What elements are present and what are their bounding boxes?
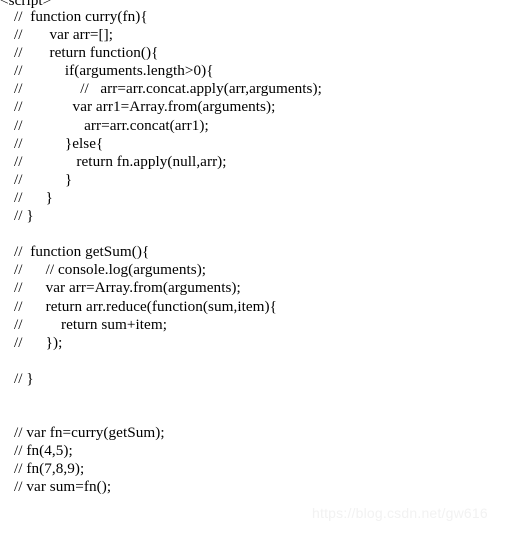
code-line: // // console.log(arguments); [14, 261, 207, 279]
code-line: // return arr.reduce(function(sum,item){ [14, 297, 277, 315]
code-line: // } [14, 170, 73, 188]
code-line: // var fn=curry(getSum); [14, 424, 165, 442]
code-line: // } [14, 188, 53, 206]
code-line: // var arr=[]; [14, 26, 113, 44]
code-listing: <script>// function curry(fn){// var arr… [0, 0, 511, 534]
code-line: // fn(4,5); [14, 442, 73, 460]
code-line: // return function(){ [14, 44, 159, 62]
code-line: // return fn.apply(null,arr); [14, 152, 227, 170]
watermark-text: https://blog.csdn.net/gw616 [312, 505, 488, 521]
code-line: // return sum+item; [14, 315, 167, 333]
code-line: // function getSum(){ [14, 243, 150, 261]
code-line: <script> [0, 0, 511, 8]
code-line: // }else{ [14, 134, 104, 152]
code-line: // }); [14, 333, 63, 351]
code-line: // // arr=arr.concat.apply(arr,arguments… [14, 80, 322, 98]
code-line: // var arr=Array.from(arguments); [14, 279, 241, 297]
code-line: // fn(7,8,9); [14, 460, 85, 478]
code-line: // function curry(fn){ [14, 8, 148, 25]
code-line: // if(arguments.length>0){ [14, 62, 214, 80]
code-line: // arr=arr.concat(arr1); [14, 116, 209, 134]
code-line: // } [14, 207, 34, 225]
code-line: // var sum=fn(); [14, 478, 112, 496]
code-line: // var arr1=Array.from(arguments); [14, 98, 276, 116]
code-line: // } [14, 369, 34, 387]
